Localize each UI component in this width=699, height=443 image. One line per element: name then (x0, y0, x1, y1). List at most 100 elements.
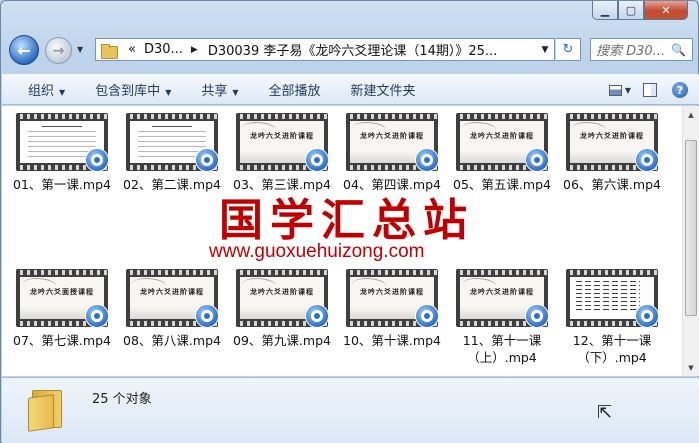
address-bar[interactable]: « D30... ▶ D30039 李子易《龙吟六爻理论课（14期）》25...… (95, 38, 555, 61)
media-player-icon (195, 148, 218, 171)
navigation-bar: ← → ▼ « D30... ▶ D30039 李子易《龙吟六爻理论课（14期）… (7, 35, 693, 65)
scroll-up-icon[interactable]: ▲ (683, 106, 699, 123)
video-thumbnail[interactable] (566, 269, 658, 327)
file-name: 01、第一课.mp4 (13, 177, 111, 192)
media-player-icon (85, 148, 108, 171)
play-all-button[interactable]: 全部播放 (269, 80, 321, 99)
preview-pane-icon (643, 83, 657, 97)
file-name: 07、第七课.mp4 (13, 333, 111, 348)
file-item[interactable]: 01、第一课.mp4 (8, 113, 116, 193)
maximize-button[interactable]: ▢ (618, 1, 644, 20)
media-player-icon (195, 304, 218, 327)
address-dropdown-icon[interactable]: ▼ (536, 39, 554, 60)
forward-button[interactable]: → (45, 37, 72, 64)
refresh-icon: ↻ (562, 42, 574, 57)
file-item[interactable]: 龙吟六爻进阶课程 08、第八课.mp4 (118, 269, 226, 349)
file-item[interactable]: 02、第二课.mp4 (118, 113, 226, 193)
forward-arrow-icon: → (52, 42, 65, 59)
video-thumbnail[interactable]: 龙吟六爻进阶课程 (346, 113, 438, 171)
file-item[interactable]: 龙吟六爻进阶课程 06、第六课.mp4 (558, 113, 666, 193)
search-icon[interactable]: 🔍 (671, 43, 686, 57)
help-button[interactable]: ? (669, 79, 691, 101)
close-button[interactable]: ✕ (644, 1, 688, 20)
file-item[interactable]: 龙吟六爻面授课程 07、第七课.mp4 (8, 269, 116, 349)
video-thumbnail[interactable]: 龙吟六爻进阶课程 (456, 113, 548, 171)
view-icon (609, 84, 622, 96)
file-name: 06、第六课.mp4 (563, 177, 661, 192)
media-player-icon (305, 148, 328, 171)
media-player-icon (85, 304, 108, 327)
back-button[interactable]: ← (9, 35, 39, 65)
thumbnail-title: 龙吟六爻进阶课程 (250, 131, 314, 140)
chevron-down-icon: ▼ (624, 85, 631, 95)
recent-pages-button[interactable]: ▼ (77, 45, 87, 55)
thumbnail-title: 龙吟六爻进阶课程 (580, 131, 644, 140)
media-player-icon (525, 148, 548, 171)
media-player-icon (415, 304, 438, 327)
address-overflow-chevron[interactable]: « (128, 42, 136, 57)
thumbnail-title: 龙吟六爻进阶课程 (470, 287, 534, 296)
file-name: 08、第八课.mp4 (123, 333, 221, 348)
video-thumbnail[interactable]: 龙吟六爻进阶课程 (236, 113, 328, 171)
file-name: 10、第十课.mp4 (343, 333, 441, 348)
file-item[interactable]: 龙吟六爻进阶课程 09、第九课.mp4 (228, 269, 336, 349)
command-bar: 组织 ▼ 包含到库中 ▼ 共享 ▼ 全部播放 新建文件夹 ▼ ? (2, 74, 699, 105)
minimize-button[interactable]: ▁ (592, 1, 618, 20)
video-thumbnail[interactable]: 龙吟六爻面授课程 (16, 269, 108, 327)
folder-icon (28, 386, 64, 432)
details-pane: 25 个对象 ⇱ (2, 377, 699, 443)
thumbnail-title: 龙吟六爻进阶课程 (360, 131, 424, 140)
video-thumbnail[interactable] (126, 113, 218, 171)
chevron-down-icon: ▼ (59, 88, 66, 97)
file-item[interactable]: 12、第十一课（下）.mp4 (558, 269, 666, 366)
media-player-icon (305, 304, 328, 327)
file-name: 11、第十一课（上）.mp4 (462, 333, 542, 365)
explorer-window: ▁ ▢ ✕ ← → ▼ « D30... ▶ D30039 李子易《龙吟六爻理论… (0, 0, 699, 443)
folder-icon (100, 42, 120, 59)
media-player-icon (525, 304, 548, 327)
thumbnail-title: 龙吟六爻面授课程 (30, 287, 94, 296)
file-item[interactable]: 龙吟六爻进阶课程 11、第十一课（上）.mp4 (448, 269, 556, 366)
caption-buttons: ▁ ▢ ✕ (592, 1, 688, 20)
thumbnail-title: 龙吟六爻进阶课程 (250, 287, 314, 296)
media-player-icon (635, 304, 658, 327)
organize-menu[interactable]: 组织 ▼ (28, 80, 65, 99)
watermark-url: www.guoxuehuizong.com (209, 241, 425, 262)
thumbnail-title: 龙吟六爻进阶课程 (470, 131, 534, 140)
share-menu[interactable]: 共享 ▼ (201, 80, 238, 99)
video-thumbnail[interactable]: 龙吟六爻进阶课程 (456, 269, 548, 327)
file-item[interactable]: 龙吟六爻进阶课程 05、第五课.mp4 (448, 113, 556, 193)
include-in-library-menu[interactable]: 包含到库中 ▼ (95, 80, 171, 99)
chevron-down-icon: ▼ (165, 88, 172, 97)
refresh-button[interactable]: ↻ (556, 38, 581, 61)
file-name: 09、第九课.mp4 (233, 333, 331, 348)
file-item[interactable]: 龙吟六爻进阶课程 04、第四课.mp4 (338, 113, 446, 193)
scroll-down-icon[interactable]: ▼ (683, 359, 699, 376)
preview-pane-button[interactable] (639, 79, 661, 101)
back-arrow-icon: ← (17, 40, 31, 60)
thumbnail-title: 龙吟六爻进阶课程 (140, 287, 204, 296)
video-thumbnail[interactable]: 龙吟六爻进阶课程 (346, 269, 438, 327)
video-thumbnail[interactable]: 龙吟六爻进阶课程 (126, 269, 218, 327)
file-item[interactable]: 龙吟六爻进阶课程 10、第十课.mp4 (338, 269, 446, 349)
watermark-title: 国学汇总站 (219, 195, 474, 246)
video-thumbnail[interactable]: 龙吟六爻进阶课程 (236, 269, 328, 327)
help-icon: ? (672, 82, 688, 98)
file-item[interactable]: 龙吟六爻进阶课程 03、第三课.mp4 (228, 113, 336, 193)
video-thumbnail[interactable]: 龙吟六爻进阶课程 (566, 113, 658, 171)
breadcrumb-current[interactable]: D30039 李子易《龙吟六爻理论课（14期）》25... (208, 40, 497, 59)
video-thumbnail[interactable] (16, 113, 108, 171)
vertical-scrollbar[interactable]: ▲ ▼ (682, 106, 699, 376)
chevron-down-icon: ▼ (232, 88, 239, 97)
change-view-button[interactable]: ▼ (609, 79, 631, 101)
breadcrumb-parent[interactable]: D30... (144, 42, 183, 57)
scrollbar-thumb[interactable] (685, 140, 697, 316)
new-folder-button[interactable]: 新建文件夹 (351, 80, 416, 99)
search-input[interactable]: 搜索 D30... 🔍 (590, 38, 693, 61)
item-count: 25 个对象 (92, 392, 152, 407)
file-name: 12、第十一课（下）.mp4 (572, 333, 652, 365)
mouse-cursor-icon: ⇱ (597, 402, 613, 423)
media-player-icon (415, 148, 438, 171)
breadcrumb-separator-icon[interactable]: ▶ (191, 45, 198, 55)
search-placeholder: 搜索 D30... (596, 44, 666, 59)
